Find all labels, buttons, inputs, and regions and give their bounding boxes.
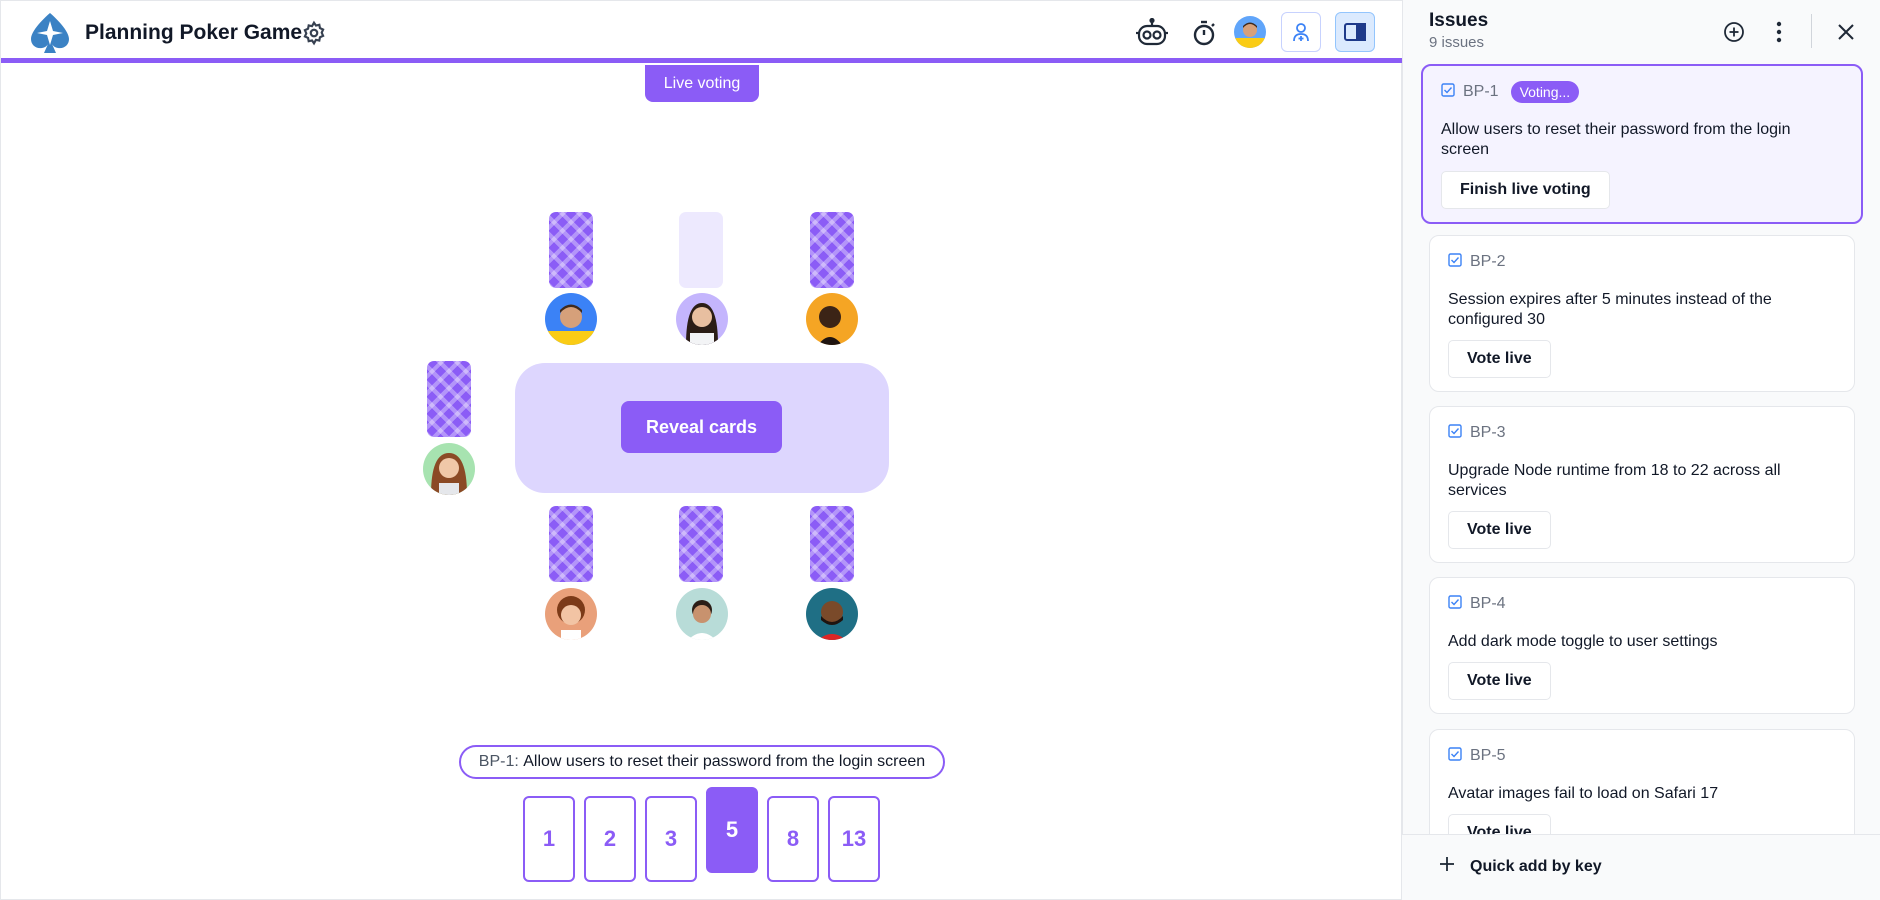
issue-card[interactable]: BP-4 Add dark mode toggle to user settin… bbox=[1429, 577, 1855, 714]
issue-card[interactable]: BP-3 Upgrade Node runtime from 18 to 22 … bbox=[1429, 406, 1855, 563]
issue-header: BP-2 bbox=[1448, 250, 1506, 274]
robot-icon[interactable] bbox=[1132, 15, 1172, 51]
quick-add-bar: Quick add by key bbox=[1402, 834, 1880, 900]
player-card-back bbox=[427, 361, 471, 437]
player-card-back bbox=[549, 506, 593, 582]
current-issue-label: BP-1: Allow users to reset their passwor… bbox=[459, 745, 945, 779]
issue-card-active[interactable]: BP-1 Voting... Allow users to reset thei… bbox=[1421, 64, 1863, 224]
player-avatar bbox=[545, 293, 597, 345]
player-avatar bbox=[423, 443, 475, 495]
issue-title: Session expires after 5 minutes instead … bbox=[1448, 291, 1772, 328]
current-issue-key: BP-1: bbox=[478, 753, 519, 770]
issue-header: BP-4 bbox=[1448, 592, 1506, 616]
deck-card-1[interactable]: 1 bbox=[523, 796, 575, 882]
player-card-back bbox=[679, 506, 723, 582]
invite-player-icon[interactable] bbox=[1281, 12, 1321, 52]
player-avatar bbox=[676, 293, 728, 345]
deck-card-3[interactable]: 3 bbox=[645, 796, 697, 882]
issue-key: BP-1 bbox=[1463, 83, 1499, 100]
checkbox-icon bbox=[1448, 746, 1462, 766]
sidebar-title: Issues bbox=[1429, 10, 1489, 31]
issue-title: Avatar images fail to load on Safari 17 bbox=[1448, 785, 1719, 802]
game-area: Planning Poker Game Live voting Reveal c… bbox=[0, 0, 1403, 900]
player-avatar bbox=[806, 293, 858, 345]
panel-toggle-icon[interactable] bbox=[1335, 12, 1375, 52]
live-voting-badge: Live voting bbox=[645, 65, 759, 102]
close-icon[interactable] bbox=[1832, 18, 1860, 46]
issue-header: BP-5 bbox=[1448, 744, 1506, 768]
plus-icon bbox=[1438, 855, 1456, 878]
current-user-avatar[interactable] bbox=[1234, 16, 1266, 48]
issue-key: BP-3 bbox=[1470, 424, 1506, 441]
issues-sidebar: Issues 9 issues BP-1 Voting... Allow use… bbox=[1402, 0, 1880, 900]
current-issue-title: Allow users to reset their password from… bbox=[523, 753, 926, 770]
player-card-back bbox=[549, 212, 593, 288]
issue-key: BP-2 bbox=[1470, 253, 1506, 270]
player-card-empty bbox=[679, 212, 723, 288]
player-card-back bbox=[810, 212, 854, 288]
more-options-icon[interactable] bbox=[1765, 18, 1793, 46]
settings-gear-icon[interactable] bbox=[301, 20, 327, 46]
top-bar: Planning Poker Game bbox=[1, 1, 1403, 63]
quick-add-button[interactable]: Quick add by key bbox=[1438, 855, 1602, 878]
issue-count: 9 issues bbox=[1429, 34, 1485, 51]
deck-card-13[interactable]: 13 bbox=[828, 796, 880, 882]
vote-live-button[interactable]: Vote live bbox=[1448, 662, 1551, 700]
player-avatar bbox=[676, 588, 728, 640]
finish-live-voting-button[interactable]: Finish live voting bbox=[1441, 171, 1610, 209]
checkbox-icon bbox=[1448, 594, 1462, 614]
header-divider bbox=[1811, 14, 1812, 48]
voting-status-badge: Voting... bbox=[1510, 81, 1580, 103]
issue-key: BP-5 bbox=[1470, 747, 1506, 764]
checkbox-icon bbox=[1448, 252, 1462, 272]
deck-card-5-selected[interactable]: 5 bbox=[706, 787, 758, 873]
issue-list[interactable]: BP-1 Voting... Allow users to reset thei… bbox=[1403, 62, 1880, 834]
issue-title: Upgrade Node runtime from 18 to 22 acros… bbox=[1448, 462, 1781, 499]
deck-card-2[interactable]: 2 bbox=[584, 796, 636, 882]
issue-key: BP-4 bbox=[1470, 595, 1506, 612]
add-issue-icon[interactable] bbox=[1720, 18, 1748, 46]
deck-card-8[interactable]: 8 bbox=[767, 796, 819, 882]
vote-live-button[interactable]: Vote live bbox=[1448, 814, 1551, 834]
timer-icon[interactable] bbox=[1184, 15, 1224, 51]
player-avatar bbox=[806, 588, 858, 640]
issue-header: BP-1 Voting... bbox=[1441, 80, 1580, 104]
spade-logo-icon[interactable] bbox=[27, 11, 73, 55]
player-card-back bbox=[810, 506, 854, 582]
issue-card[interactable]: BP-5 Avatar images fail to load on Safar… bbox=[1429, 729, 1855, 834]
app-title: Planning Poker Game bbox=[85, 21, 303, 44]
quick-add-label: Quick add by key bbox=[1470, 857, 1602, 875]
checkbox-icon bbox=[1448, 423, 1462, 443]
issue-header: BP-3 bbox=[1448, 421, 1506, 445]
issue-card[interactable]: BP-2 Session expires after 5 minutes ins… bbox=[1429, 235, 1855, 392]
player-avatar bbox=[545, 588, 597, 640]
vote-live-button[interactable]: Vote live bbox=[1448, 511, 1551, 549]
issue-title: Add dark mode toggle to user settings bbox=[1448, 633, 1718, 650]
issue-title: Allow users to reset their password from… bbox=[1441, 121, 1791, 158]
checkbox-icon bbox=[1441, 82, 1455, 102]
reveal-cards-button[interactable]: Reveal cards bbox=[621, 401, 782, 453]
vote-live-button[interactable]: Vote live bbox=[1448, 340, 1551, 378]
